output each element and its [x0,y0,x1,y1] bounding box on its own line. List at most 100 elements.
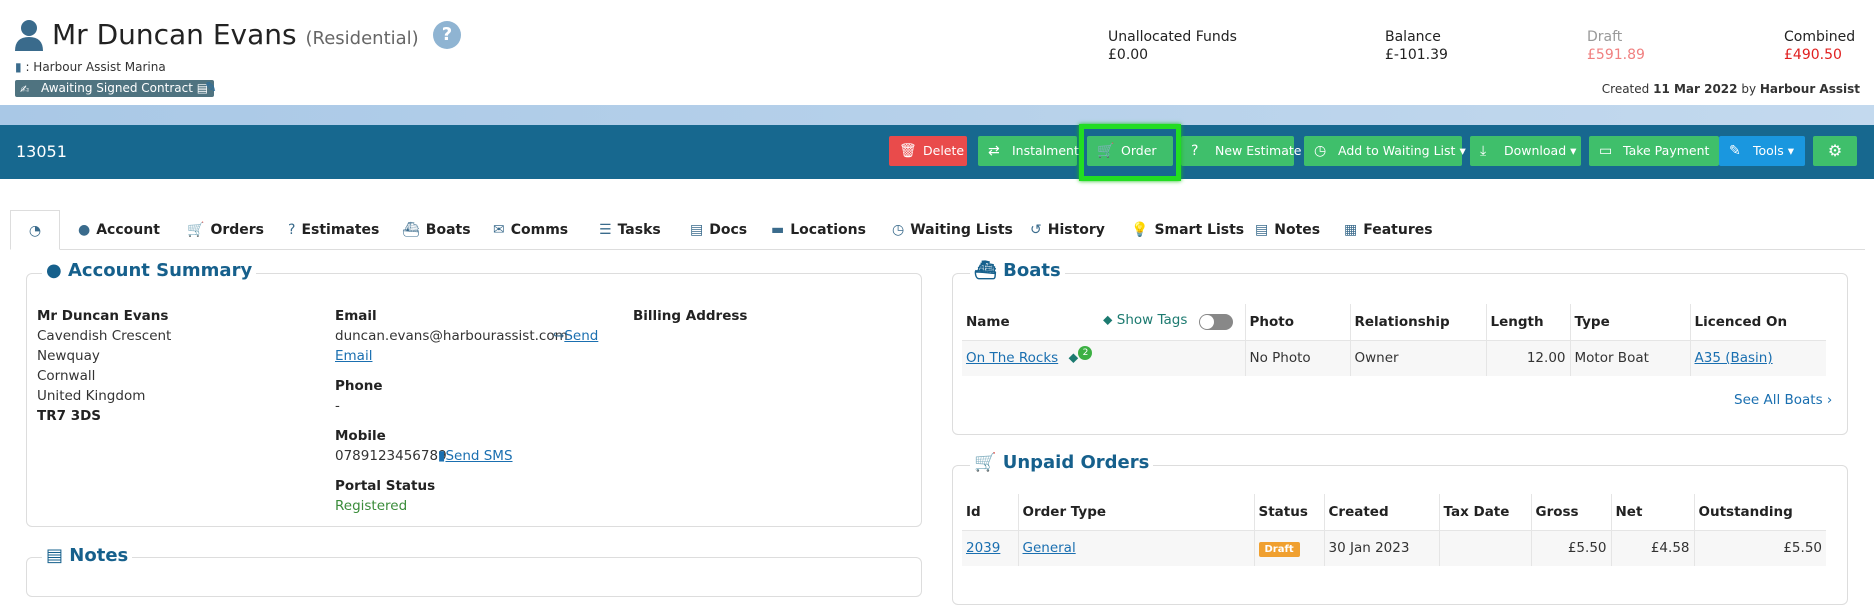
boat-icon: ⛴ [974,260,997,281]
tab-label: Locations [790,222,866,238]
tab-estimates[interactable]: ? Estimates [288,210,379,250]
order-gross-cell: £5.50 [1531,529,1612,566]
table-row: On The Rocks ⬥ 2 No Photo Owner 12.00 Mot… [962,339,1826,376]
licenced-location-link[interactable]: A35 (Basin) [1695,350,1773,366]
tab-notes[interactable]: ▤ Notes [1255,210,1320,250]
download-button[interactable]: ⤓ Download ▾ [1470,136,1581,166]
tab-label: Estimates [301,222,380,238]
building-icon: ▮ [15,60,22,74]
tab-label: Comms [510,222,569,238]
tab-orders[interactable]: 🛒 Orders [187,210,264,250]
notes-card [26,557,922,597]
tab-locations[interactable]: ▬ Locations [771,210,866,250]
order-type-link[interactable]: General [1023,540,1076,556]
card-icon: ▭ [1599,143,1613,159]
table-icon: ▦ [1344,222,1358,238]
share-icon: ↪ [553,328,565,344]
send-email-link[interactable]: ↪Send [553,328,598,344]
order-created-cell: 30 Jan 2023 [1324,529,1440,566]
order-id-link[interactable]: 2039 [966,540,1000,556]
gear-icon: ⚙ [1827,141,1843,160]
boats-table: Name Photo Relationship Length Type Lice… [962,304,1826,376]
action-toolbar: 13051 🗑 Delete ⇄ Instalment 🛒 Order ? Ne… [0,125,1874,179]
delete-button[interactable]: 🗑 Delete [889,136,967,166]
column-header: Name [962,304,1246,340]
tab-docs[interactable]: ▤ Docs [690,210,747,250]
settings-button[interactable]: ⚙ [1813,136,1857,166]
notes-heading: Notes [69,545,129,566]
user-icon [14,19,44,55]
tasks-icon: ☰ [599,222,612,238]
column-header: Length [1486,304,1571,340]
customer-title: Mr Duncan Evans [52,18,297,51]
tab-boats[interactable]: ⛴ Boats [402,210,471,250]
phone-value: - [335,398,340,414]
boats-heading: Boats [1003,260,1061,281]
address-line: Cavendish Crescent [37,328,172,344]
see-all-boats-link[interactable]: See All Boats › [1734,392,1832,408]
boat-relationship-cell: Owner [1350,339,1487,376]
delete-label: Delete [923,143,965,158]
user-icon: ● [46,260,62,281]
repeat-icon: ⇄ [988,143,1000,159]
column-header: Photo [1245,304,1351,340]
balance-value: £-101.39 [1385,47,1448,63]
send-email-link-2[interactable]: Email [335,348,372,364]
address-postcode: TR7 3DS [37,408,102,424]
send-sms-link[interactable]: ▮Send SMS [438,448,513,464]
column-header: Outstanding [1698,503,1793,520]
boat-name-link[interactable]: On The Rocks [966,350,1058,366]
comments-icon: ✉ [493,222,505,238]
order-button-highlight [1079,124,1181,181]
user-icon: ● [78,222,91,238]
take-payment-label: Take Payment [1623,143,1710,158]
tag-count: 2 [1078,346,1093,361]
order-tax-date-cell [1439,529,1532,566]
help-icon[interactable]: ? [433,21,461,49]
created-date: 11 Mar 2022 [1653,82,1738,96]
mobile-value: 0789123456789 [335,448,447,464]
tags-icon[interactable]: ⬥ 2 [1068,346,1093,366]
combined-label: Combined [1784,29,1856,45]
mobile-label: Mobile [335,428,386,444]
order-id-cell: 2039 [962,529,1019,566]
status-text: Awaiting Signed Contract [41,81,193,95]
tab-label: Boats [425,222,471,238]
tools-button[interactable]: ✎ Tools ▾ [1719,136,1805,166]
customer-header: Mr Duncan Evans (Residential) ? ▮ : Harb… [0,0,1874,105]
boat-type-cell: Motor Boat [1570,339,1691,376]
tab-smart-lists[interactable]: 💡 Smart Lists [1131,210,1244,250]
unallocated-funds-label: Unallocated Funds [1108,29,1237,45]
edit-icon[interactable]: ✎ [205,80,217,96]
bed-icon: ▬ [771,222,785,238]
column-header: Type [1570,304,1691,340]
add-to-waiting-list-button[interactable]: ◷ Add to Waiting List ▾ [1304,136,1466,166]
created-by: by [1741,82,1757,96]
notes-title: ▤ Notes [42,545,133,566]
chevron-down-icon: ▾ [1570,143,1577,158]
history-icon: ↺ [1030,222,1042,238]
instalment-button[interactable]: ⇄ Instalment [978,136,1079,166]
column-header: Order Type [1018,494,1255,530]
tools-label: Tools [1753,143,1784,158]
tab-features[interactable]: ▦ Features [1344,210,1433,250]
billing-address-label: Billing Address [633,308,748,324]
unpaid-orders-title: 🛒 Unpaid Orders [970,452,1154,473]
column-header: Status [1254,494,1325,530]
column-header: Id [962,494,1019,530]
tab-waiting-lists[interactable]: ◷ Waiting Lists [892,210,1013,250]
question-icon: ? [1191,143,1199,159]
tab-dashboard[interactable]: ◔ [10,210,60,250]
status-badge: Draft [1258,541,1300,557]
cart-icon: 🛒 [187,222,205,238]
tab-history[interactable]: ↺ History [1030,210,1105,250]
take-payment-button[interactable]: ▭ Take Payment [1589,136,1719,166]
tab-comms[interactable]: ✉ Comms [493,210,568,250]
new-estimate-button[interactable]: ? New Estimate [1181,136,1301,166]
tab-tasks[interactable]: ☰ Tasks [599,210,661,250]
created-info: Created 11 Mar 2022 by Harbour Assist [1602,82,1860,96]
boats-title: ⛴ Boats [970,260,1065,281]
lightbulb-icon: 💡 [1131,222,1149,238]
instalment-label: Instalment [1012,143,1079,158]
tab-account[interactable]: ● Account [78,210,160,250]
